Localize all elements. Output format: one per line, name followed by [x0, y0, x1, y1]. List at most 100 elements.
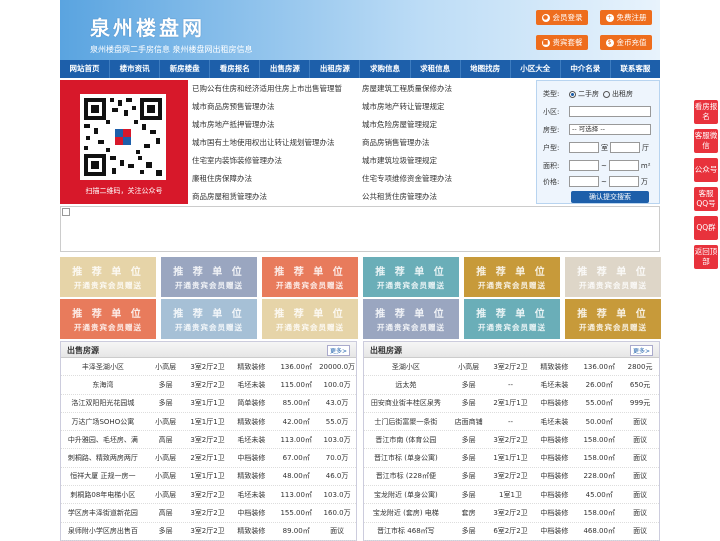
listing-row[interactable]: 士门后街富聚一条街 店面商铺 -- 毛坯未装 50.00㎡ 面议	[364, 413, 659, 432]
listing-row[interactable]: 恒祥大厦 正规一房一 小高层 1室1厅1卫 精致装修 48.00㎡ 46.0万	[61, 468, 356, 487]
recommended-unit-ad[interactable]: 推 荐 单 位开通贵宾会员赠送	[464, 299, 560, 339]
policy-link[interactable]: 城市危险房屋管理规定	[362, 116, 532, 134]
listing-title[interactable]: 远太苑	[364, 380, 448, 390]
recommended-unit-ad[interactable]: 推 荐 单 位开通贵宾会员赠送	[262, 299, 358, 339]
nav-item-map[interactable]: 地图找房	[461, 60, 511, 78]
listing-row[interactable]: 刺桐路、精致两房两厅 小高层 2室2厅1卫 中档装修 67.00㎡ 70.0万	[61, 449, 356, 468]
recommended-unit-ad[interactable]: 推 荐 单 位开通贵宾会员赠送	[464, 257, 560, 297]
vip-package-button[interactable]: ■ 贵宾套餐	[536, 35, 588, 50]
listing-title[interactable]: 士门后街富聚一条街	[364, 417, 448, 427]
nav-item-new-homes[interactable]: 新房楼盘	[160, 60, 211, 78]
price-max-input[interactable]	[608, 176, 639, 187]
listing-row[interactable]: 学区房丰泽街道新花园 高层 3室2厅2卫 中档装修 155.00㎡ 160.0万	[61, 504, 356, 523]
side-wechat-button[interactable]: 客服微信	[694, 129, 718, 153]
listing-row[interactable]: 泉师附小学区房出售百 多层 3室2厅2卫 精致装修 89.00㎡ 面议	[61, 523, 356, 541]
rental-radio[interactable]	[603, 90, 610, 98]
side-qq-group-button[interactable]: QQ群	[694, 216, 718, 240]
listing-title[interactable]: 宝龙附近 (单身公寓)	[364, 490, 448, 500]
listing-row[interactable]: 田安商业街丰桂区泉秀 多层 2室1厅1卫 中档装修 55.00㎡ 999元	[364, 395, 659, 413]
listing-title[interactable]: 刺桐路、精致两房两厅	[61, 453, 145, 463]
listing-row[interactable]: 万达广场SOHO公寓 小高层 1室1厅1卫 精致装修 42.00㎡ 55.0万	[61, 413, 356, 432]
listing-title[interactable]: 晋江市标 (228㎡便	[364, 471, 448, 481]
recommended-unit-ad[interactable]: 推 荐 单 位开通贵宾会员赠送	[60, 257, 156, 297]
policy-link[interactable]: 住宅专项维修资金管理办法	[362, 170, 532, 188]
back-to-top-button[interactable]: 返回顶部	[694, 245, 718, 269]
policy-link[interactable]: 城市房地产抵押管理办法	[192, 116, 362, 134]
register-button[interactable]: + 免费注册	[600, 10, 652, 25]
listing-title[interactable]: 恒祥大厦 正规一房一	[61, 471, 145, 481]
listing-row[interactable]: 圣湖小区 小高层 3室2厅2卫 精致装修 136.00㎡ 2800元	[364, 358, 659, 377]
recommended-unit-ad[interactable]: 推 荐 单 位开通贵宾会员赠送	[565, 257, 661, 297]
nav-item-want-buy[interactable]: 求购信息	[360, 60, 411, 78]
recommended-unit-ad[interactable]: 推 荐 单 位开通贵宾会员赠送	[161, 299, 257, 339]
side-official-account-button[interactable]: 公众号	[694, 158, 718, 182]
listing-row[interactable]: 晋江市标 468㎡写 多层 6室2厅2卫 中档装修 468.00㎡ 面议	[364, 523, 659, 541]
policy-link[interactable]: 城市建筑垃圾管理规定	[362, 152, 532, 170]
hall-select[interactable]	[610, 142, 640, 153]
site-logo[interactable]: 泉州楼盘网	[90, 12, 205, 41]
policy-link[interactable]: 房屋建筑工程质量保修办法	[362, 80, 532, 98]
nav-item-home[interactable]: 网站首页	[60, 60, 111, 78]
listing-title[interactable]: 圣湖小区	[364, 362, 448, 372]
listing-title[interactable]: 刺桐路08年电梯小区	[61, 490, 145, 500]
listing-row[interactable]: 晋江市标 (228㎡便 多层 3室2厅2卫 中档装修 228.00㎡ 面议	[364, 468, 659, 487]
listing-row[interactable]: 刺桐路08年电梯小区 小高层 3室2厅2卫 毛坯未装 113.00㎡ 103.0万	[61, 486, 356, 505]
recommended-unit-ad[interactable]: 推 荐 单 位开通贵宾会员赠送	[363, 299, 459, 339]
listing-title[interactable]: 学区房丰泽街道新花园	[61, 508, 145, 518]
sale-more-link[interactable]: 更多>	[326, 345, 350, 356]
listing-title[interactable]: 丰泽圣湖小区	[61, 362, 145, 372]
policy-link[interactable]: 城市房地产转让管理规定	[362, 98, 532, 116]
listing-row[interactable]: 远太苑 多层 -- 毛坯未装 26.00㎡ 650元	[364, 376, 659, 395]
nav-item-news[interactable]: 楼市资讯	[110, 60, 161, 78]
listing-title[interactable]: 晋江市南 (体育公园	[364, 435, 448, 445]
listing-row[interactable]: 中升雅园、毛坯房、满 高层 3室2厅2卫 毛坯未装 113.00㎡ 103.0万	[61, 431, 356, 450]
area-max-input[interactable]	[608, 160, 639, 171]
listing-title[interactable]: 东海湾	[61, 380, 145, 390]
community-input[interactable]	[569, 106, 651, 117]
listing-title[interactable]: 晋江市标 (单身公寓)	[364, 453, 448, 463]
search-submit-button[interactable]: 确认提交搜索	[571, 191, 649, 203]
login-button[interactable]: ● 会员登录	[536, 10, 588, 25]
recommended-unit-ad[interactable]: 推 荐 单 位开通贵宾会员赠送	[363, 257, 459, 297]
side-viewing-signup-button[interactable]: 看房报名	[694, 100, 718, 124]
listing-row[interactable]: 洛江双阳阳光花园城 多层 3室1厅1卫 简单装修 85.00㎡ 43.0万	[61, 395, 356, 413]
policy-link[interactable]: 城市商品房预售管理办法	[192, 98, 362, 116]
policy-link[interactable]: 住宅室内装饰装修管理办法	[192, 152, 362, 170]
listing-row[interactable]: 晋江市标 (单身公寓) 多层 1室1厅1卫 中档装修 158.00㎡ 面议	[364, 449, 659, 468]
listing-row[interactable]: 宝龙附近 (套房) 电梯 套房 3室2厅2卫 中档装修 158.00㎡ 面议	[364, 504, 659, 523]
policy-link[interactable]: 已购公有住房和经济适用住房上市出售管理暂	[192, 80, 362, 98]
recommended-unit-ad[interactable]: 推 荐 单 位开通贵宾会员赠送	[565, 299, 661, 339]
policy-link[interactable]: 商品房屋租赁管理办法	[192, 188, 362, 206]
rent-more-link[interactable]: 更多>	[629, 345, 653, 356]
listing-row[interactable]: 晋江市南 (体育公园 多层 3室2厅2卫 中档装修 158.00㎡ 面议	[364, 431, 659, 450]
listing-row[interactable]: 东海湾 多层 3室2厅2卫 毛坯未装 115.00㎡ 100.0万	[61, 376, 356, 395]
nav-item-agents[interactable]: 中介名录	[561, 60, 611, 78]
nav-item-communities[interactable]: 小区大全	[511, 60, 561, 78]
listing-title[interactable]: 洛江双阳阳光花园城	[61, 398, 145, 408]
listing-title[interactable]: 泉师附小学区房出售百	[61, 526, 145, 536]
price-min-input[interactable]	[569, 176, 599, 187]
nav-item-want-rent[interactable]: 求租信息	[411, 60, 461, 78]
listing-row[interactable]: 丰泽圣湖小区 小高层 3室2厅2卫 精致装修 136.00㎡ 20000.0万	[61, 358, 356, 377]
listing-title[interactable]: 万达广场SOHO公寓	[61, 417, 145, 427]
nav-item-for-sale[interactable]: 出售房源	[260, 60, 311, 78]
policy-link[interactable]: 公共租赁住房管理办法	[362, 188, 532, 206]
secondhand-radio[interactable]	[569, 90, 576, 98]
nav-item-contact[interactable]: 联系客服	[611, 60, 660, 78]
housetype-select[interactable]: -- 可选择 --	[569, 124, 651, 135]
policy-link[interactable]: 商品房销售管理办法	[362, 134, 532, 152]
nav-item-for-rent[interactable]: 出租房源	[310, 60, 361, 78]
listing-title[interactable]: 田安商业街丰桂区泉秀	[364, 398, 448, 408]
listing-row[interactable]: 宝龙附近 (单身公寓) 多层 1室1卫 中档装修 45.00㎡ 面议	[364, 486, 659, 505]
recommended-unit-ad[interactable]: 推 荐 单 位开通贵宾会员赠送	[262, 257, 358, 297]
banner-image[interactable]	[60, 206, 660, 252]
listing-title[interactable]: 中升雅园、毛坯房、满	[61, 435, 145, 445]
side-qq-button[interactable]: 客服QQ号	[694, 187, 718, 211]
recommended-unit-ad[interactable]: 推 荐 单 位开通贵宾会员赠送	[60, 299, 156, 339]
listing-title[interactable]: 宝龙附近 (套房) 电梯	[364, 508, 448, 518]
nav-item-viewing-signup[interactable]: 看房报名	[210, 60, 261, 78]
room-select[interactable]	[569, 142, 599, 153]
area-min-input[interactable]	[569, 160, 599, 171]
policy-link[interactable]: 城市国有土地使用权出让转让规划管理办法	[192, 134, 362, 152]
coin-recharge-button[interactable]: $ 金币充值	[600, 35, 652, 50]
